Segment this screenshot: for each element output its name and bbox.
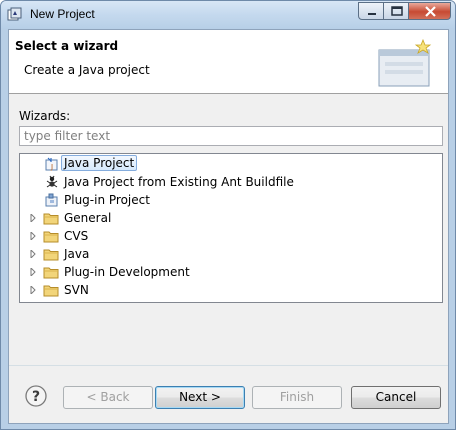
help-icon[interactable]: ?	[25, 385, 47, 407]
tree-item[interactable]: Java	[20, 245, 440, 263]
cancel-button[interactable]: Cancel	[351, 386, 441, 409]
wizard-banner-icon	[378, 38, 432, 87]
expand-arrow-icon[interactable]	[29, 286, 37, 294]
folder-icon	[43, 249, 59, 261]
next-button[interactable]: Next >	[155, 386, 245, 409]
tree-item-label: Java	[64, 247, 90, 261]
close-icon	[425, 6, 436, 17]
tree-item-label: SVN	[64, 283, 89, 297]
wizards-label: Wizards:	[19, 109, 71, 123]
tree-item[interactable]: Plug-in Development	[20, 263, 440, 281]
tree-item-label: General	[64, 211, 112, 225]
tree-item[interactable]: Plug-in Project	[20, 191, 440, 209]
tree-item[interactable]: CVS	[20, 227, 440, 245]
expand-arrow-icon[interactable]	[29, 250, 37, 258]
wizard-tree[interactable]: J Java Project Java Project from Existing …	[19, 153, 443, 303]
eclipse-new-project-icon	[7, 7, 22, 21]
footer-divider	[9, 365, 448, 366]
header-description: Create a Java project	[24, 63, 150, 77]
maximize-button[interactable]	[383, 2, 409, 20]
tree-item-label: CVS	[64, 229, 89, 243]
expand-arrow-icon[interactable]	[29, 268, 37, 276]
new-project-dialog: New Project Select a wizard Create a Jav…	[0, 0, 456, 430]
finish-button[interactable]: Finish	[252, 386, 342, 409]
close-button[interactable]	[408, 2, 451, 20]
tree-item[interactable]: SVN	[20, 281, 440, 299]
dialog-body: Select a wizard Create a Java project Wi…	[8, 29, 449, 424]
folder-icon	[43, 285, 59, 297]
svg-text:?: ?	[32, 389, 40, 405]
tree-item[interactable]: Java Project from Existing Ant Buildfile	[20, 173, 440, 191]
folder-icon	[43, 213, 59, 225]
back-button[interactable]: < Back	[63, 386, 153, 409]
tree-item-label: Java Project	[61, 155, 138, 171]
minimize-icon	[368, 13, 376, 15]
window-title: New Project	[30, 7, 95, 21]
title-bar[interactable]: New Project	[1, 1, 455, 29]
folder-icon	[43, 267, 59, 279]
ant-icon	[46, 175, 58, 188]
tree-item-label: Plug-in Development	[64, 265, 190, 279]
tree-item-label: Plug-in Project	[64, 193, 150, 207]
tree-item[interactable]: General	[20, 209, 440, 227]
tree-item[interactable]: J Java Project	[20, 155, 440, 173]
header-title: Select a wizard	[15, 39, 119, 53]
expand-arrow-icon[interactable]	[29, 232, 37, 240]
folder-icon	[43, 231, 59, 243]
minimize-button[interactable]	[358, 2, 384, 20]
java-project-icon: J	[45, 157, 58, 171]
wizard-header: Select a wizard Create a Java project	[9, 30, 448, 94]
filter-input[interactable]	[19, 126, 443, 146]
plugin-project-icon	[45, 193, 58, 207]
tree-item-label: Java Project from Existing Ant Buildfile	[64, 175, 294, 189]
expand-arrow-icon[interactable]	[29, 214, 37, 222]
svg-text:J: J	[50, 163, 53, 171]
maximize-icon	[391, 6, 403, 16]
